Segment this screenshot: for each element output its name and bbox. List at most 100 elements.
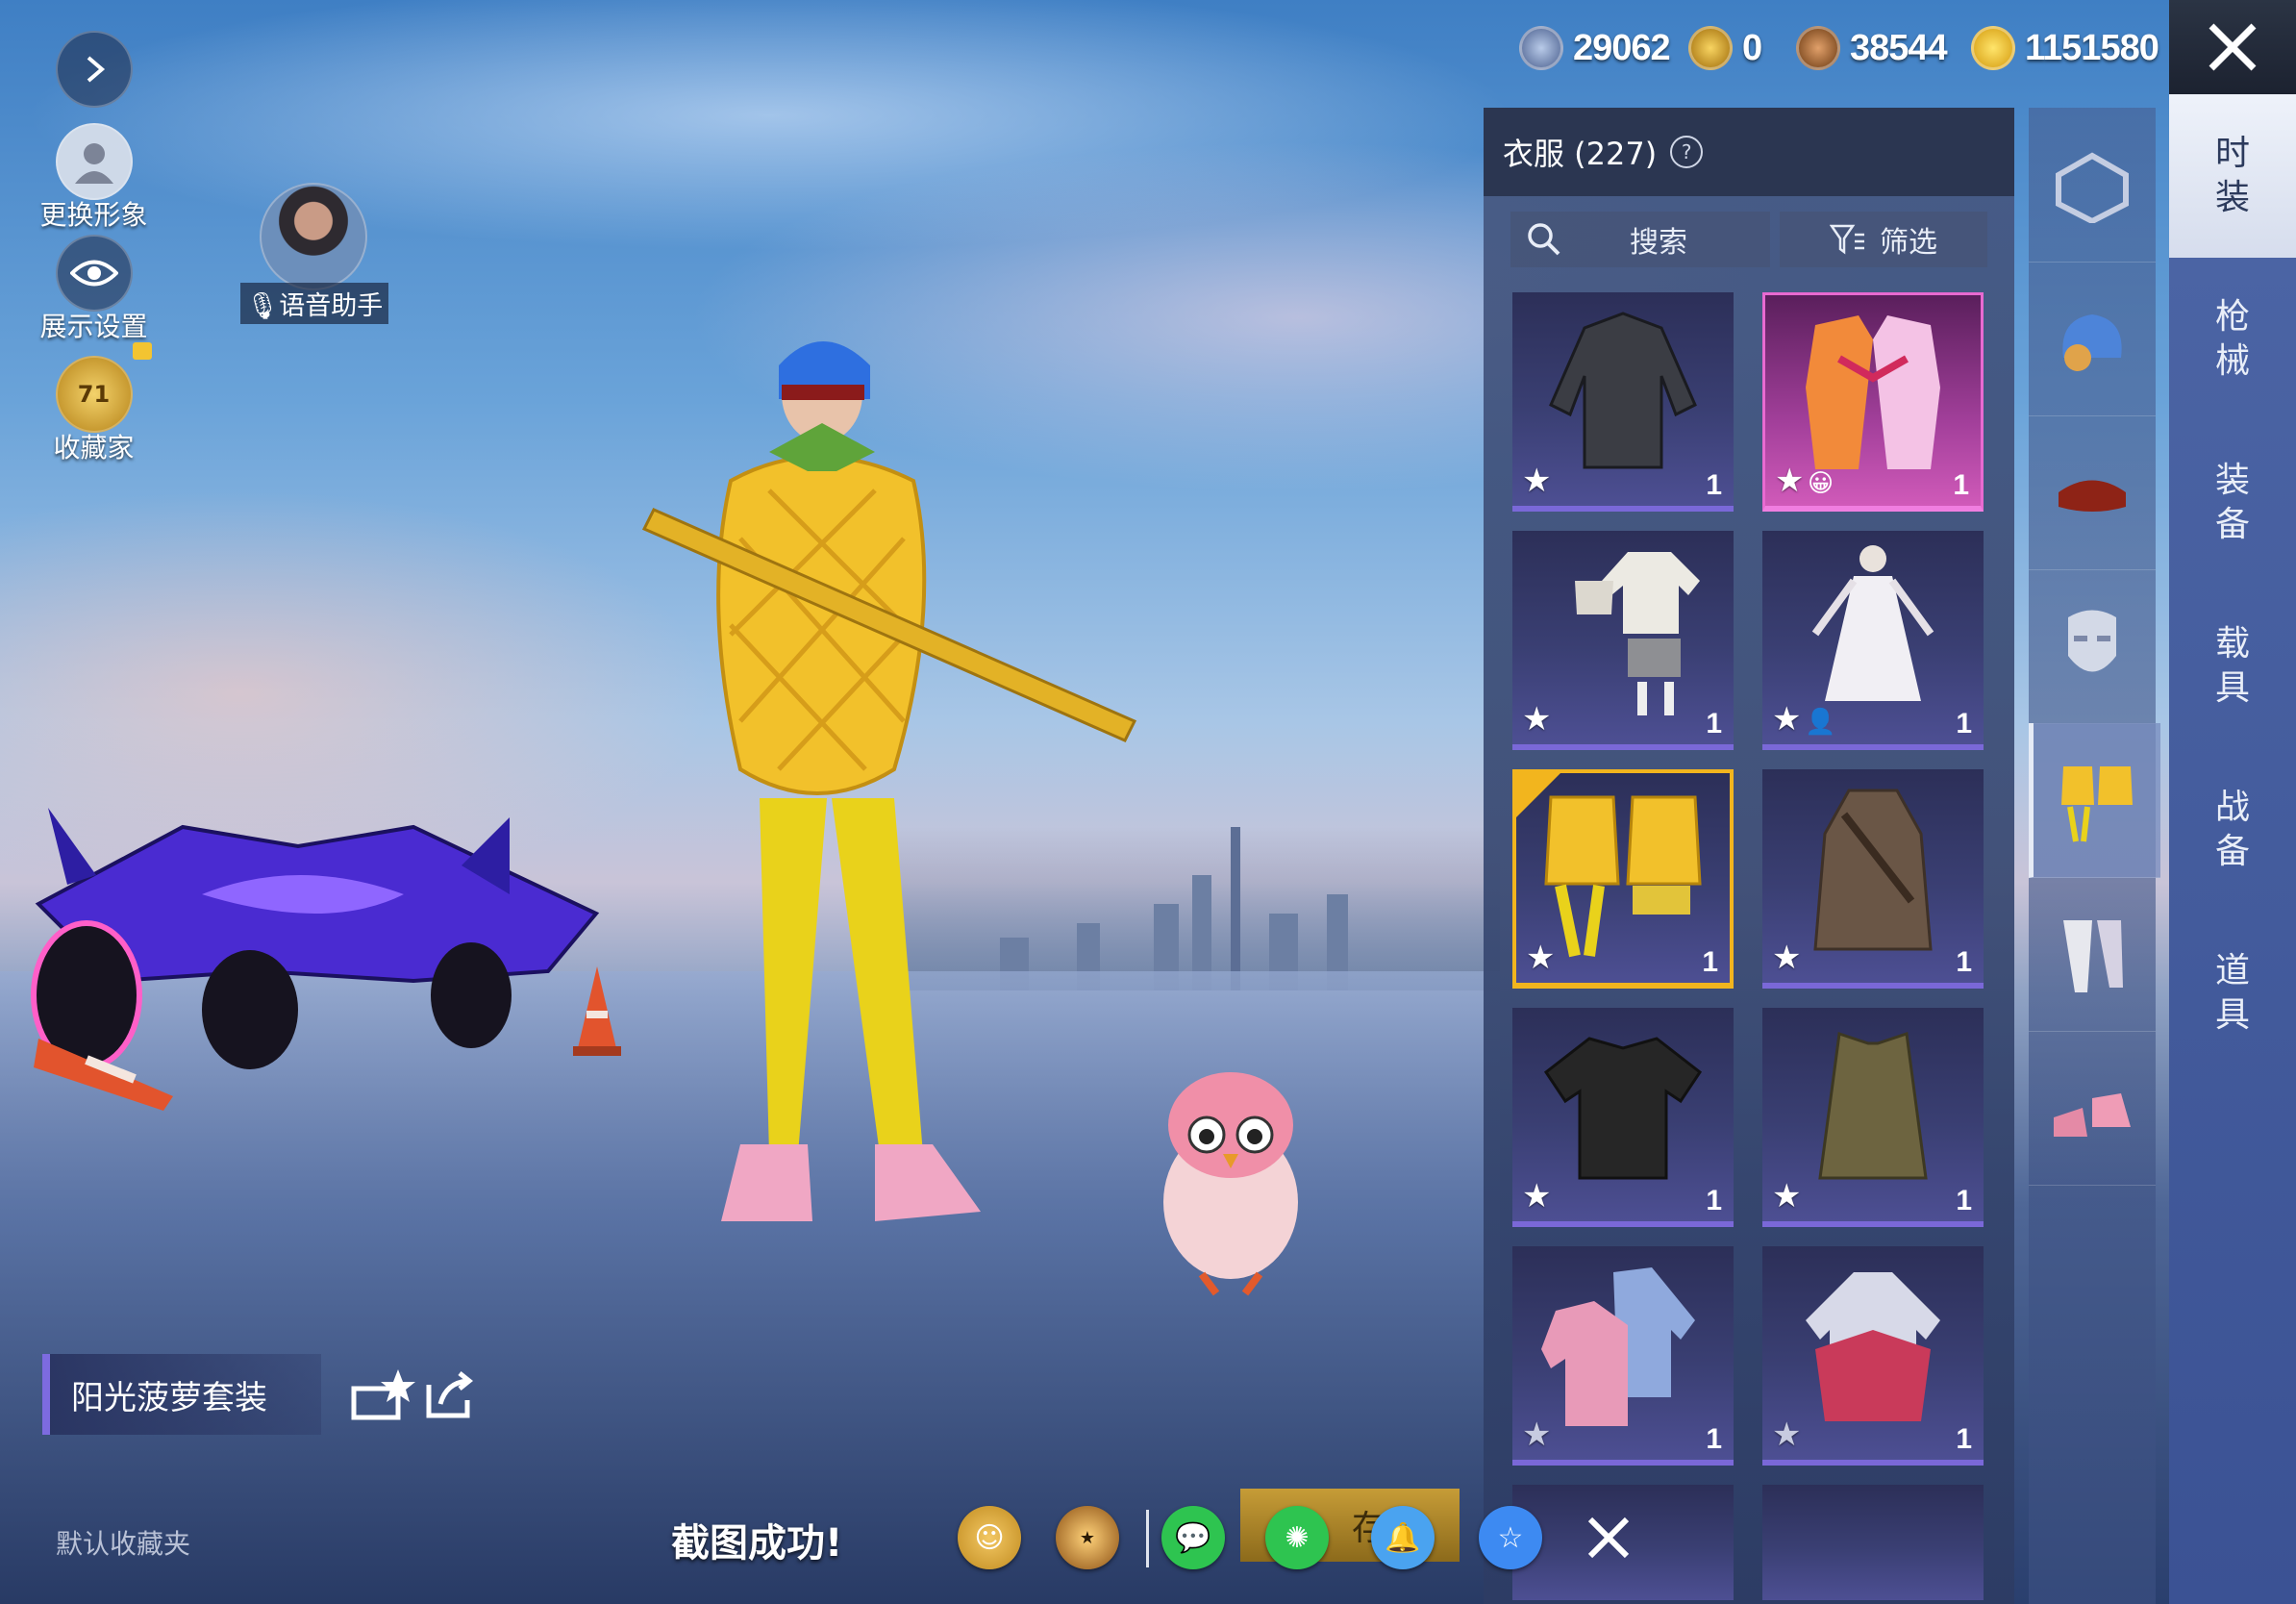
- pink-blue-jackets-item-icon: [1541, 1267, 1695, 1427]
- star-icon: ★: [1775, 462, 1805, 500]
- voice-assistant-button[interactable]: 🎙语音助手: [240, 183, 389, 324]
- star-icon: ★: [1772, 1177, 1802, 1216]
- share-outfit-button[interactable]: [423, 1367, 477, 1421]
- category-wardrobe[interactable]: [2029, 108, 2156, 263]
- item-card[interactable]: ★ 1: [1512, 292, 1734, 512]
- share-game-friends-button[interactable]: ☺: [958, 1506, 1021, 1569]
- close-icon: [2209, 23, 2257, 71]
- category-pants[interactable]: [2029, 877, 2156, 1032]
- bronze-coin-icon: [1796, 26, 1840, 70]
- emote-icon: 😀: [1808, 469, 1834, 498]
- item-card[interactable]: ★ 1: [1762, 1008, 1984, 1227]
- voice-assistant-tag: 🎙语音助手: [240, 283, 389, 324]
- traffic-cone-left: [34, 1039, 173, 1111]
- currency-gold-token[interactable]: 0: [1688, 23, 1762, 73]
- share-qq-button[interactable]: 🔔: [1371, 1506, 1435, 1569]
- panel-header: 衣服 (227) ?: [1484, 108, 2014, 196]
- add-favorite-button[interactable]: [350, 1366, 417, 1423]
- item-card[interactable]: ★ 😀 1: [1762, 292, 1984, 512]
- item-count: 1: [1956, 708, 1972, 739]
- star-icon: ★: [1522, 462, 1552, 500]
- henley-shirt-item-icon: [1543, 1037, 1703, 1180]
- item-card-partial[interactable]: [1762, 1485, 1984, 1600]
- dress-item-icon: [1811, 545, 1934, 702]
- star-icon: ★: [1772, 939, 1802, 977]
- pink-bird-pet: [1163, 1072, 1298, 1296]
- friends-icon: ☺: [974, 1520, 1005, 1555]
- category-column: [2029, 108, 2160, 1604]
- star-icon: ★: [1522, 1177, 1552, 1216]
- item-card[interactable]: ★ 1: [1762, 769, 1984, 989]
- category-head[interactable]: [2029, 262, 2156, 416]
- main-tab-column: 时装 枪械 装备 载具 战备 道具: [2169, 94, 2296, 1604]
- currency-bronze-value: 38544: [1850, 27, 1948, 68]
- microphone-icon: 🎙: [246, 291, 280, 321]
- outfit-name-label: 阳光菠萝套装: [71, 1378, 267, 1417]
- tab-equipment[interactable]: 装备: [2169, 421, 2296, 585]
- favorite-star-icon: [351, 1369, 415, 1420]
- item-count: 1: [1956, 946, 1972, 978]
- share-qzone-button[interactable]: ☆: [1479, 1506, 1542, 1569]
- collector-level: 71: [77, 381, 111, 408]
- star-icon: ★: [1772, 700, 1802, 739]
- wardrobe-icon: [2056, 152, 2129, 223]
- tab-fashion[interactable]: 时装: [2169, 94, 2296, 258]
- tab-supplies[interactable]: 战备: [2169, 748, 2296, 912]
- filter-button[interactable]: 筛选: [1780, 212, 1987, 267]
- share-icon: [426, 1371, 474, 1418]
- tab-items[interactable]: 道具: [2169, 912, 2296, 1075]
- item-count: 1: [1706, 469, 1722, 501]
- outfit-icon: [2061, 766, 2133, 842]
- item-card[interactable]: ★ 1: [1512, 531, 1734, 750]
- currency-bronze[interactable]: 38544: [1796, 23, 1948, 73]
- category-face[interactable]: [2029, 569, 2156, 724]
- tab-fashion-label: 时装: [2214, 134, 2250, 217]
- category-outfit[interactable]: [2029, 723, 2160, 878]
- tab-items-label: 道具: [2214, 951, 2250, 1035]
- share-moments-button[interactable]: ✺: [1265, 1506, 1329, 1569]
- item-count: 1: [1956, 1185, 1972, 1216]
- tab-vehicles[interactable]: 载具: [2169, 585, 2296, 748]
- white-red-jacket-item-icon: [1806, 1272, 1940, 1422]
- lightning-coin-icon: [1971, 26, 2015, 70]
- display-settings-button[interactable]: 展示设置: [29, 235, 159, 344]
- category-hat[interactable]: [2029, 415, 2156, 570]
- collector-button[interactable]: 71 收藏家: [29, 342, 159, 465]
- wechat-icon: 💬: [1175, 1520, 1211, 1555]
- tab-weapons[interactable]: 枪械: [2169, 258, 2296, 421]
- filter-label: 筛选: [1880, 226, 1937, 260]
- help-icon[interactable]: ?: [1670, 136, 1704, 168]
- qzone-star-icon: ☆: [1497, 1520, 1524, 1555]
- star-icon: ★: [1772, 1416, 1802, 1454]
- change-avatar-button[interactable]: 更换形象: [29, 123, 159, 233]
- pineapple-suit-item-icon: [1544, 795, 1702, 958]
- screenshot-success-message: 截图成功!: [671, 1521, 843, 1566]
- close-button[interactable]: [2169, 0, 2296, 94]
- currency-silver[interactable]: 29062: [1519, 23, 1671, 73]
- gold-token-icon: [1688, 26, 1733, 70]
- share-wechat-button[interactable]: 💬: [1161, 1506, 1225, 1569]
- tab-weapons-label: 枪械: [2214, 297, 2250, 381]
- silver-coin-icon: [1519, 26, 1563, 70]
- expand-menu-button[interactable]: [29, 31, 159, 108]
- share-game-elite-button[interactable]: ★: [1056, 1506, 1119, 1569]
- favorites-folder-label[interactable]: 默认收藏夹: [56, 1523, 190, 1562]
- search-icon: [1528, 223, 1560, 256]
- game-logo-icon: ★: [1079, 1527, 1096, 1548]
- qq-icon: 🔔: [1385, 1520, 1421, 1555]
- search-button[interactable]: 搜索: [1510, 212, 1770, 267]
- item-card[interactable]: ★ 1: [1512, 1246, 1734, 1466]
- close-share-button[interactable]: [1583, 1512, 1635, 1564]
- item-card[interactable]: ★ 👤 1: [1762, 531, 1984, 750]
- user-badge-icon: 👤: [1805, 708, 1836, 737]
- item-card[interactable]: ★ 1: [1762, 1246, 1984, 1466]
- item-card[interactable]: ★ 1: [1512, 1008, 1734, 1227]
- category-shoes[interactable]: [2029, 1031, 2156, 1186]
- item-card-selected[interactable]: ★ 1: [1512, 769, 1734, 989]
- currency-lightning[interactable]: 1151580: [1971, 23, 2159, 73]
- filter-icon: [1830, 224, 1864, 255]
- head-icon: [2062, 314, 2122, 371]
- item-count: 1: [1953, 469, 1969, 501]
- star-icon: ★: [1526, 939, 1556, 977]
- trench-coat-item-icon: [1813, 789, 1933, 951]
